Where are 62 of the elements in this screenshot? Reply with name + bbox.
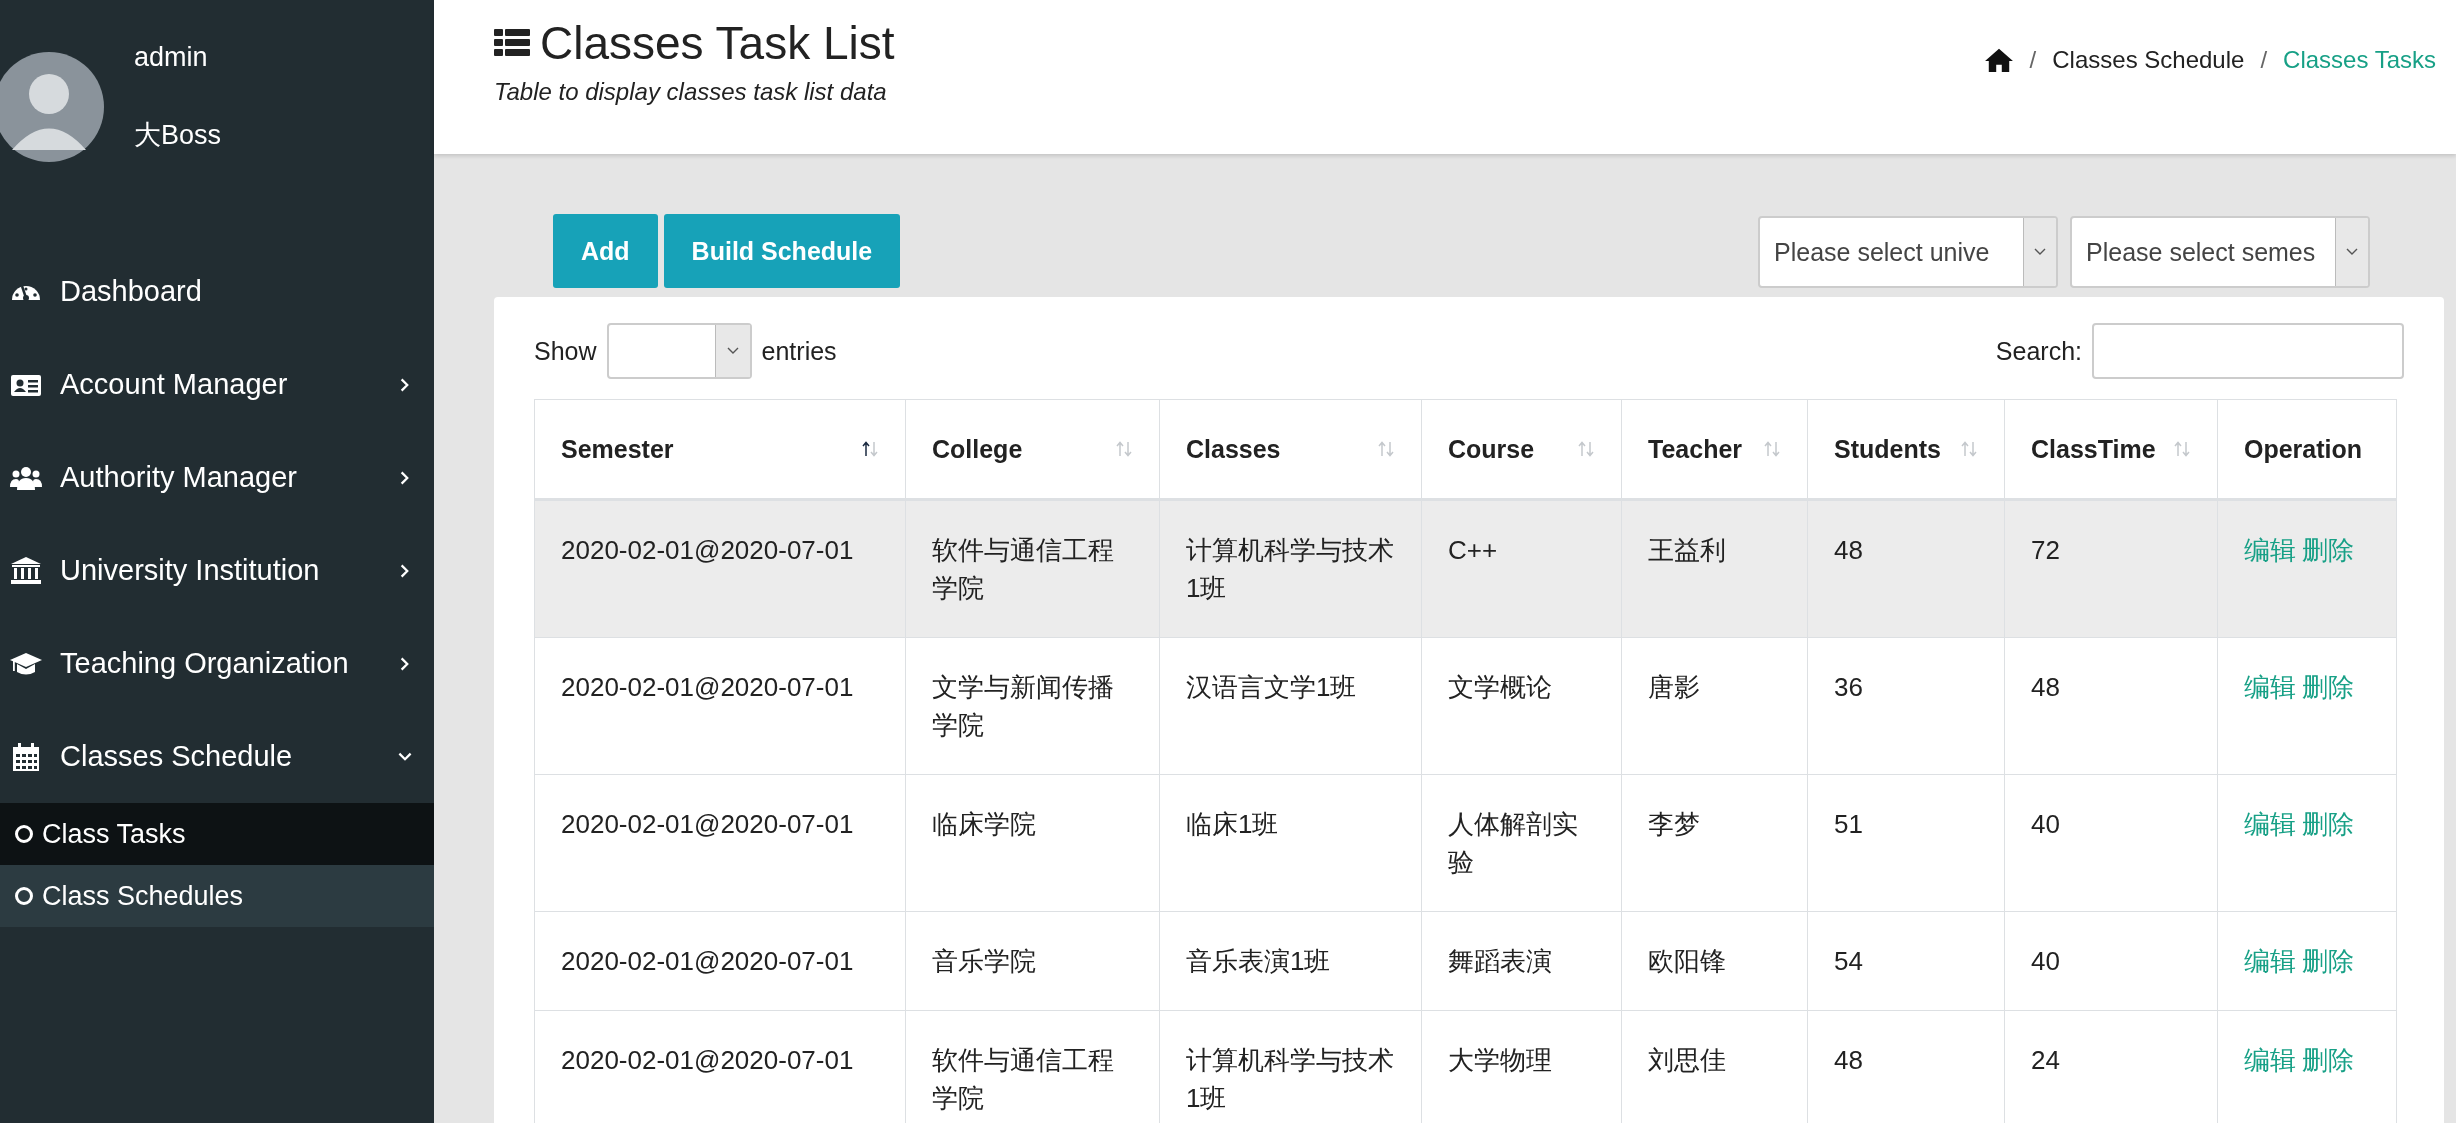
table-cell: 48 [2004, 637, 2218, 775]
menu-item[interactable]: Teaching Organization [0, 617, 434, 710]
breadcrumb-separator: / [2260, 46, 2268, 74]
table-cell: 汉语言文学1班 [1159, 637, 1422, 775]
table-cell: 临床1班 [1159, 774, 1422, 912]
page-title: Classes Task List [540, 16, 895, 70]
table-cell: 唐影 [1621, 637, 1808, 775]
list-icon [494, 27, 530, 59]
table-cell: 李梦 [1621, 774, 1808, 912]
table-cell: 临床学院 [905, 774, 1160, 912]
table-cell: 36 [1807, 637, 2005, 775]
table-cell: 48 [1807, 499, 2005, 638]
table-cell: 2020-02-01@2020-07-01 [534, 1010, 906, 1123]
user-role: 大Boss [134, 119, 222, 152]
submenu-item[interactable]: Class Tasks [0, 803, 434, 865]
table-cell: 2020-02-01@2020-07-01 [534, 911, 906, 1011]
select-dropdown[interactable]: Please select unive [1758, 216, 2058, 288]
caret-icon [2034, 248, 2046, 256]
table-cell: C++ [1421, 499, 1622, 638]
circle-icon [14, 886, 34, 906]
menu-item[interactable]: University Institution [0, 524, 434, 617]
menu-item[interactable]: Account Manager [0, 338, 434, 431]
entries-label: entries [761, 336, 837, 366]
table-cell: 72 [2004, 499, 2218, 638]
select-dropdown[interactable]: Please select semes [2070, 216, 2370, 288]
show-label: Show [534, 336, 597, 366]
table-cell: 人体解剖实验 [1421, 774, 1622, 912]
search-field[interactable] [2092, 323, 2404, 379]
table-cell: 2020-02-01@2020-07-01 [534, 774, 906, 912]
avatar-icon [0, 52, 104, 162]
table-cell: 欧阳锋 [1621, 911, 1808, 1011]
submenu-item[interactable]: Class Schedules [0, 865, 434, 927]
calendar-icon [10, 740, 42, 773]
table-cell: 40 [2004, 911, 2218, 1011]
menu-item[interactable]: Authority Manager [0, 431, 434, 524]
breadcrumb-link[interactable]: Classes Schedule [2052, 46, 2245, 74]
table-cell: 计算机科学与技术1班 [1159, 499, 1422, 638]
menu-item[interactable]: Classes Schedule [0, 710, 434, 803]
breadcrumb-separator: / [2029, 46, 2037, 74]
table-cell: 40 [2004, 774, 2218, 912]
menu-item[interactable]: Dashboard [0, 245, 434, 338]
user-name: admin [134, 42, 209, 73]
institution-icon [10, 554, 42, 587]
table-cell: 2020-02-01@2020-07-01 [534, 637, 906, 775]
search-label: Search: [1995, 336, 2082, 366]
table-cell: 软件与通信工程学院 [905, 499, 1160, 638]
table-cell: 51 [1807, 774, 2005, 912]
breadcrumb-current: Classes Tasks [2283, 46, 2436, 74]
table-cell: 音乐表演1班 [1159, 911, 1422, 1011]
table-cell: 文学概论 [1421, 637, 1622, 775]
table-cell: 2020-02-01@2020-07-01 [534, 499, 906, 638]
caret-icon [726, 347, 739, 355]
table-cell: 文学与新闻传播学院 [905, 637, 1160, 775]
home-icon[interactable] [1983, 47, 2014, 73]
circle-icon [14, 824, 34, 844]
page-subtitle: Table to display classes task list data [494, 78, 888, 106]
caret-icon [2346, 248, 2358, 256]
entries-select[interactable] [606, 323, 752, 379]
table-cell: 54 [1807, 911, 2005, 1011]
table-cell: 舞蹈表演 [1421, 911, 1622, 1011]
table-cell: 音乐学院 [905, 911, 1160, 1011]
table-cell: 王益利 [1621, 499, 1808, 638]
